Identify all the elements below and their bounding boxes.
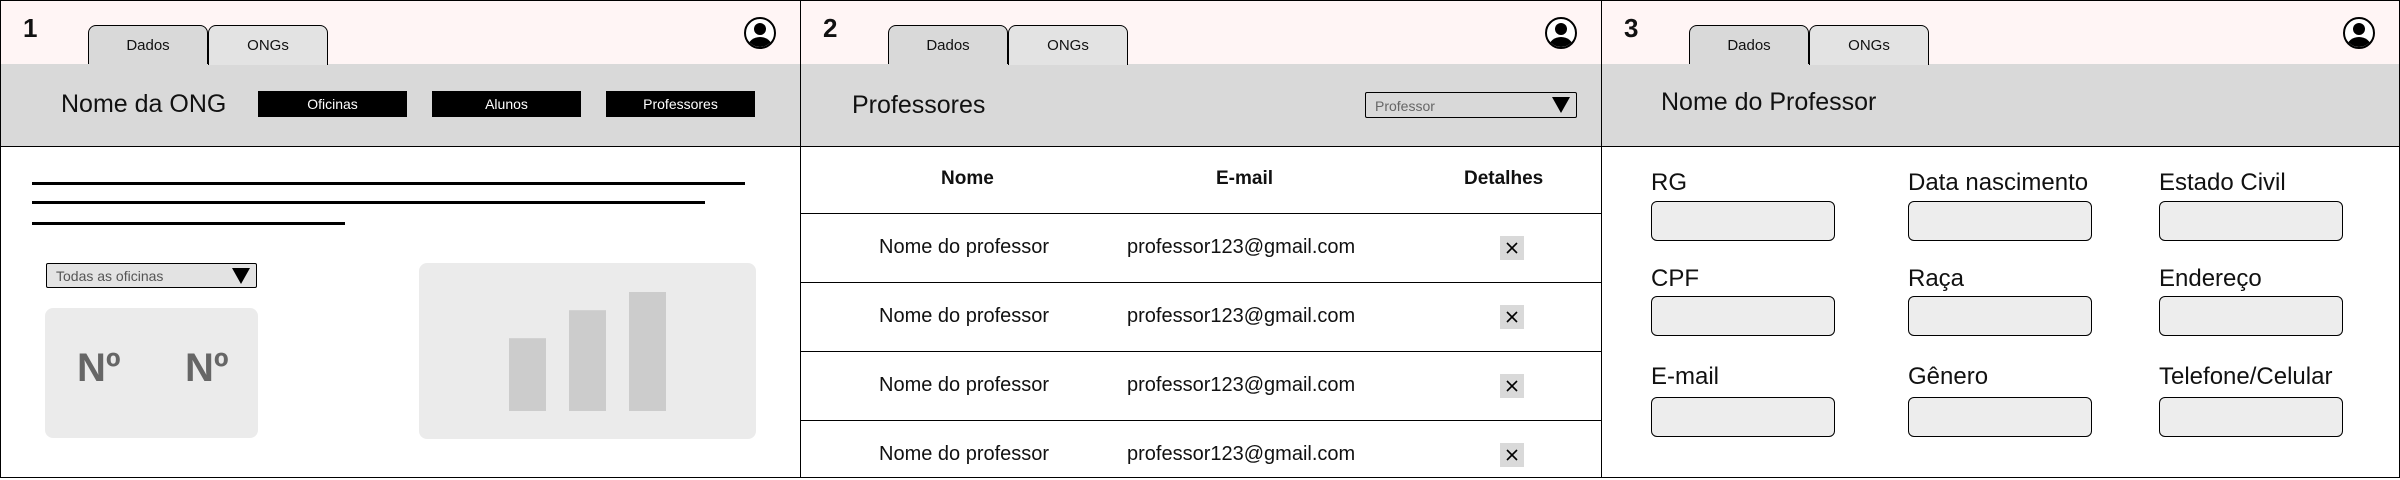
user-icon[interactable] [1545,17,1577,49]
cell-email: professor123@gmail.com [1127,236,1356,258]
endereco-field[interactable] [2159,296,2343,336]
frame-ong-dashboard: 1 Dados ONGs Nome da ONG Oficinas Alunos… [0,0,801,478]
stats-card: Nº Nº [45,308,258,438]
frame-number: 3 [1624,13,1639,43]
label-endereco: Endereço [2159,265,2262,292]
column-header-detalhes: Detalhes [1464,168,1544,189]
oficinas-button[interactable]: Oficinas [258,91,407,117]
ong-name: Nome da ONG [61,90,227,118]
label-telefone: Telefone/Celular [2159,363,2333,390]
tab-ongs[interactable]: ONGs [1809,25,1929,65]
alunos-button[interactable]: Alunos [432,91,581,117]
data-nascimento-field[interactable] [1908,201,2092,241]
chart-bar [569,310,606,411]
column-header-email: E-mail [1216,168,1274,189]
header-band: Nome do Professor [1602,64,2399,147]
column-header-nome: Nome [941,168,994,189]
table-row[interactable]: Nome do professor professor123@gmail.com [801,283,1601,352]
text-placeholder-line [32,182,745,185]
label-cpf: CPF [1651,265,1699,292]
stat-number: Nº [77,346,121,390]
email-field[interactable] [1651,397,1835,437]
label-genero: Gênero [1908,363,1989,390]
chart-card [419,263,756,439]
cpf-field[interactable] [1651,296,1835,336]
select-value: Professor [1375,98,1435,114]
caret-down-icon [232,268,250,284]
cell-nome: Nome do professor [879,236,1050,258]
header-band: Professores Professor [801,64,1601,147]
close-icon[interactable] [1500,236,1524,260]
chart-bar [629,292,666,411]
top-bar: 1 Dados ONGs [1,1,800,65]
table-row[interactable]: Nome do professor professor123@gmail.com [801,421,1601,477]
oficinas-filter-select[interactable]: Todas as oficinas [46,263,257,288]
frame-professor-details: 3 Dados ONGs Nome do Professor RG Data n… [1601,0,2400,478]
tab-dados[interactable]: Dados [88,25,208,64]
table-row[interactable]: Nome do professor professor123@gmail.com [801,352,1601,421]
bar-chart [509,292,666,411]
label-email: E-mail [1651,363,1720,390]
cell-nome: Nome do professor [879,443,1050,465]
tab-dados[interactable]: Dados [1689,25,1809,64]
professor-name: Nome do Professor [1661,88,1877,116]
tab-ongs[interactable]: ONGs [208,25,328,65]
header-band: Nome da ONG Oficinas Alunos Professores [1,64,800,147]
user-icon[interactable] [744,17,776,49]
professores-button[interactable]: Professores [606,91,755,117]
text-placeholder-line [32,222,345,225]
page-title: Professores [852,91,986,119]
top-bar: 2 Dados ONGs [801,1,1601,65]
text-placeholder-line [32,201,705,204]
chart-bar [509,338,546,411]
user-icon[interactable] [2343,17,2375,49]
label-rg: RG [1651,169,1687,196]
top-bar: 3 Dados ONGs [1602,1,2399,65]
table-header: Nome E-mail Detalhes [801,147,1601,214]
cell-nome: Nome do professor [879,305,1050,327]
caret-down-icon [1552,97,1570,113]
professor-select[interactable]: Professor [1365,92,1577,118]
frame-number: 2 [823,13,838,43]
close-icon[interactable] [1500,374,1524,398]
table-row[interactable]: Nome do professor professor123@gmail.com [801,214,1601,283]
cell-email: professor123@gmail.com [1127,443,1356,465]
raca-field[interactable] [1908,296,2092,336]
frame-professores-list: 2 Dados ONGs Professores Professor Nome … [800,0,1602,478]
label-estado-civil: Estado Civil [2159,169,2286,196]
select-value: Todas as oficinas [56,268,164,284]
telefone-field[interactable] [2159,397,2343,437]
cell-nome: Nome do professor [879,374,1050,396]
frame-number: 1 [23,13,38,43]
estado-civil-field[interactable] [2159,201,2343,241]
tab-dados[interactable]: Dados [888,25,1008,64]
cell-email: professor123@gmail.com [1127,305,1356,327]
tab-ongs[interactable]: ONGs [1008,25,1128,65]
label-data-nascimento: Data nascimento [1908,169,2089,196]
label-raca: Raça [1908,265,1965,292]
genero-field[interactable] [1908,397,2092,437]
close-icon[interactable] [1500,443,1524,467]
close-icon[interactable] [1500,305,1524,329]
cell-email: professor123@gmail.com [1127,374,1356,396]
rg-field[interactable] [1651,201,1835,241]
stat-number: Nº [185,346,229,390]
